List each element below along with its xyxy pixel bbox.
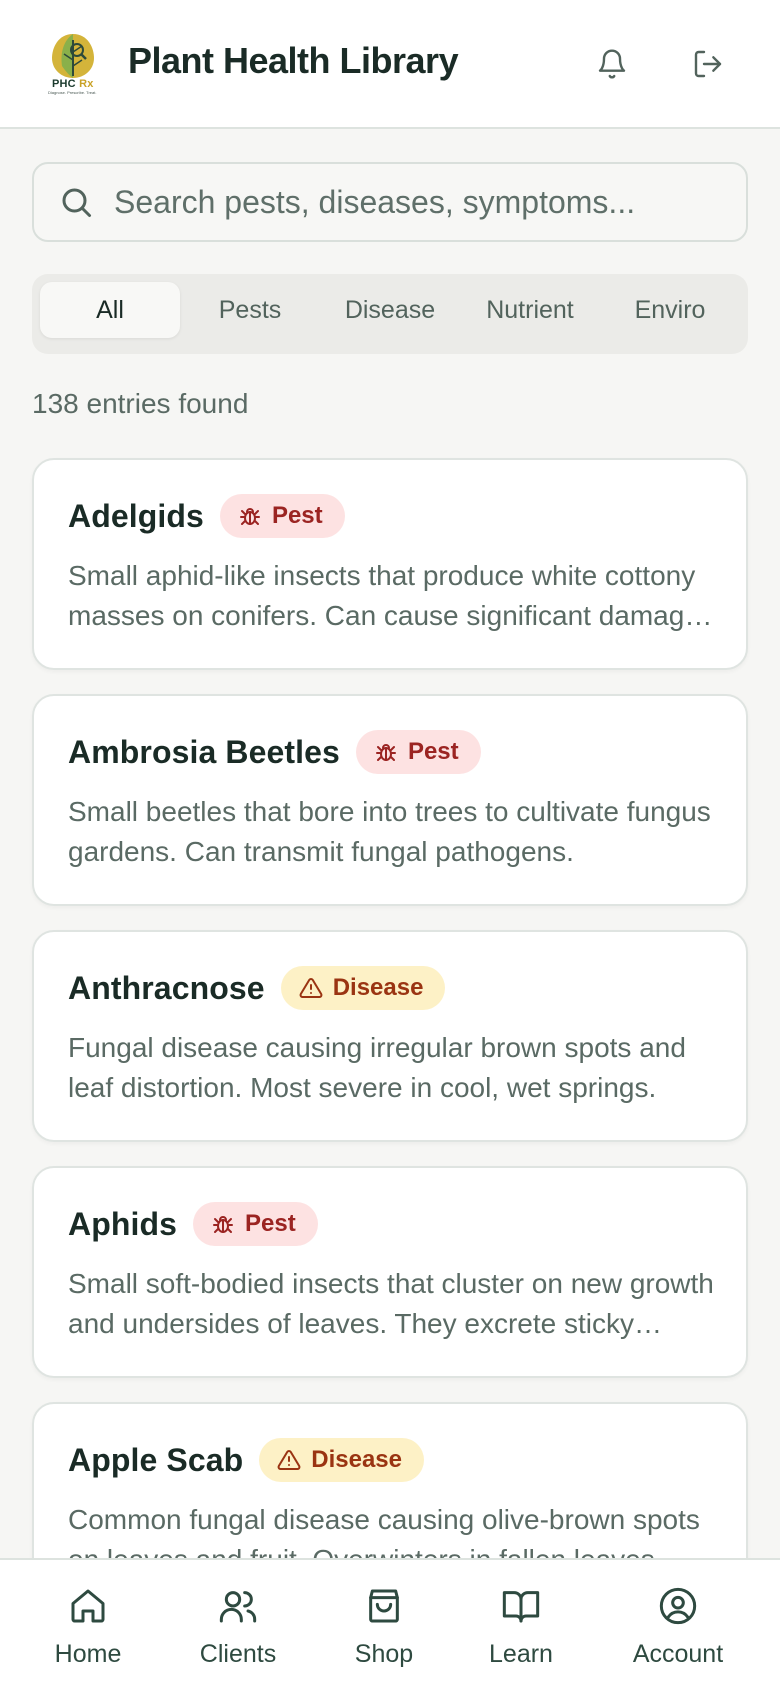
app-root: PHC Rx Diagnose. Prescribe. Treat. Plant… (0, 0, 780, 1688)
entry-title: Anthracnose (68, 969, 265, 1006)
tab-nutrient[interactable]: Nutrient (460, 282, 600, 338)
page-title: Plant Health Library (128, 40, 459, 81)
pest-badge: Pest (193, 1202, 318, 1246)
tab-pests[interactable]: Pests (180, 282, 320, 338)
nav-label: Clients (199, 1640, 277, 1668)
nav-shop[interactable]: Shop (344, 1560, 424, 1688)
nav-label: Home (54, 1640, 122, 1668)
warning-icon (277, 1449, 301, 1470)
entry-description: Small beetles that bore into trees to cu… (68, 796, 711, 867)
pest-badge: Pest (355, 730, 481, 774)
bottom-nav: Home Clients Shop Learn Account (0, 1558, 780, 1688)
bug-icon (239, 508, 260, 525)
home-icon (71, 1589, 105, 1623)
disease-badge: Disease (280, 966, 446, 1010)
nav-learn[interactable]: Learn (481, 1560, 561, 1688)
logout-button[interactable] (684, 40, 732, 88)
notifications-button[interactable] (588, 40, 636, 88)
logo-wordmark: PHC Rx (52, 78, 94, 90)
top-header: PHC Rx Diagnose. Prescribe. Treat. Plant… (0, 0, 780, 129)
logo-tagline: Diagnose. Prescribe. Treat. (48, 90, 97, 95)
entry-description: Small soft-bodied insects that cluster o… (68, 1268, 714, 1339)
entry-title: Apple Scab (68, 1441, 244, 1478)
nav-label: Learn (489, 1640, 553, 1668)
book-icon (502, 1591, 540, 1623)
disease-badge: Disease (259, 1438, 425, 1482)
entry-card[interactable]: Anthracnose Disease Fungal disease causi… (32, 930, 748, 1142)
entry-title: Ambrosia Beetles (68, 733, 340, 770)
bug-icon (213, 1216, 234, 1233)
nav-account[interactable]: Account (624, 1560, 732, 1688)
nav-label: Account (632, 1640, 724, 1668)
users-icon (219, 1591, 257, 1623)
entry-title: Aphids (68, 1205, 178, 1242)
bug-icon (375, 744, 396, 761)
entry-description: Small aphid-like insects that produce wh… (68, 560, 700, 631)
search-bar (32, 162, 748, 242)
entry-card[interactable]: Ambrosia Beetles Pest Small beetles that… (32, 694, 748, 906)
user-circle-icon (659, 1587, 697, 1625)
entry-card[interactable]: Aphids Pest Small soft-bodied insects th… (32, 1166, 748, 1378)
entry-card[interactable]: Adelgids Pest Small aphid-like insects t… (32, 458, 748, 670)
logout-icon (694, 50, 722, 78)
entry-title: Adelgids (68, 497, 204, 534)
tab-all[interactable]: All (40, 282, 180, 338)
search-icon (62, 188, 91, 217)
tab-disease[interactable]: Disease (320, 282, 460, 338)
bell-icon (598, 49, 626, 79)
pest-badge: Pest (219, 494, 345, 538)
tab-enviro[interactable]: Enviro (600, 282, 740, 338)
nav-clients[interactable]: Clients (186, 1560, 290, 1688)
entry-description: Fungal disease causing irregular brown s… (68, 1032, 686, 1103)
nav-label: Shop (354, 1640, 414, 1668)
nav-home[interactable]: Home (48, 1560, 128, 1688)
search-input[interactable] (114, 164, 734, 240)
results-count: 138 entries found (32, 388, 249, 419)
shopping-bag-icon (369, 1589, 399, 1623)
warning-icon (299, 977, 323, 998)
category-tabs: All Pests Disease Nutrient Enviro (32, 274, 748, 354)
